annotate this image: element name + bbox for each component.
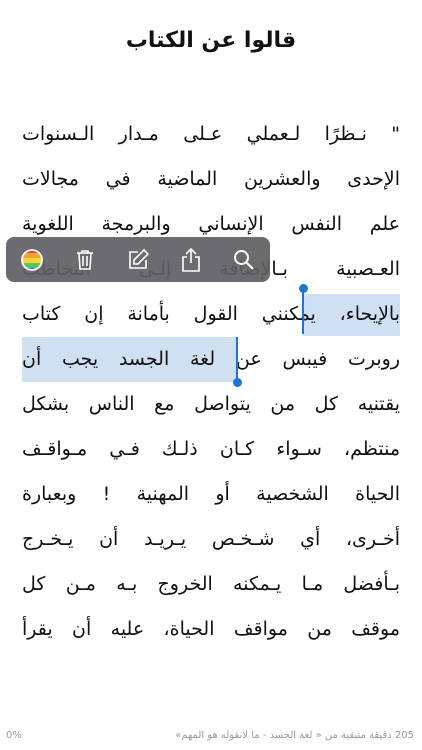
search-button[interactable]	[224, 240, 264, 280]
text-selected[interactable]: يمكنني القول بأمانة إن كتاب	[22, 303, 316, 325]
time-remaining: 205 دقيقة متبقية من « لغة الجسد - ما لان…	[175, 730, 414, 741]
add-note-button[interactable]	[118, 240, 158, 280]
reading-progress: 0%	[6, 730, 22, 741]
text-line[interactable]: الإحدى والعشرين الماضية في مجالات	[22, 157, 400, 202]
color-picker-icon	[21, 248, 44, 271]
selection-knob-start[interactable]	[299, 284, 308, 293]
share-button[interactable]	[171, 240, 211, 280]
text-line-selected-end[interactable]: روبرت فيبس عن لغة الجسد يجب أن	[22, 337, 400, 387]
note-edit-icon	[129, 248, 150, 269]
status-bar: 0% 205 دقيقة متبقية من « لغة الجسد - ما …	[0, 727, 422, 747]
highlight-color-button[interactable]	[12, 240, 52, 280]
text-line[interactable]: يقتنيه كل من يتواصل مع الناس بشكل	[22, 382, 400, 427]
selection-handle-end[interactable]	[236, 337, 238, 381]
book-text[interactable]: " نـظرًا لـعملي عـلى مـدار الـسنوات الإح…	[22, 112, 400, 652]
text-line[interactable]: منتظم، سـواء كـان ذلـك فـي مـواقـف	[22, 427, 400, 472]
page-title: قالوا عن الكتاب	[125, 28, 297, 53]
selection-handle-start[interactable]	[302, 288, 304, 334]
search-icon	[233, 249, 254, 270]
trash-icon	[77, 249, 94, 270]
text-selected[interactable]: روبرت فيبس عن لغة	[190, 348, 400, 370]
text-line-selected-start[interactable]: بالإيحاء، يمكنني القول بأمانة إن كتاب	[22, 284, 400, 337]
text-line[interactable]: الحياة الشخصية أو المهنية ! وبعبارة	[22, 472, 400, 517]
text-line[interactable]: أخـرى، أي شـخـص يـريـد أن يـخـرج	[22, 517, 400, 562]
selection-knob-end[interactable]	[233, 378, 242, 387]
text-unselected: بالإيحاء،	[315, 303, 400, 325]
text-unselected: الجسد يجب أن	[22, 348, 190, 370]
text-line[interactable]: موقف من مواقف الحياة، عليه أن يقرأ	[22, 607, 400, 652]
delete-button[interactable]	[65, 240, 105, 280]
share-icon	[181, 247, 200, 272]
text-line[interactable]: بـأفضل مـا يـمكنه الخروج بـه مـن كل	[22, 562, 400, 607]
text-line[interactable]: " نـظرًا لـعملي عـلى مـدار الـسنوات	[22, 112, 400, 157]
selection-toolbar	[6, 237, 270, 282]
